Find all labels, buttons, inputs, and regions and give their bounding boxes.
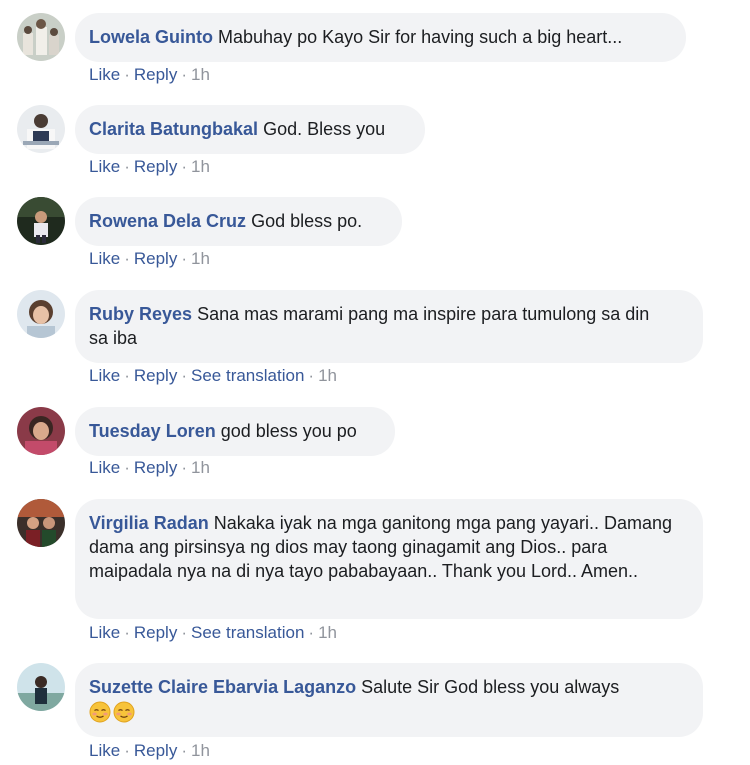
separator: · xyxy=(308,366,315,385)
like-link[interactable]: Like xyxy=(89,741,120,760)
separator: · xyxy=(124,366,130,385)
timestamp[interactable]: 1h xyxy=(191,741,210,760)
separator: · xyxy=(181,249,187,268)
see-translation-link[interactable]: See translation xyxy=(191,366,304,385)
separator: · xyxy=(181,366,187,385)
separator: · xyxy=(181,157,187,176)
reply-link[interactable]: Reply xyxy=(134,65,177,84)
comment-bubble: Ruby Reyes Sana mas marami pang ma inspi… xyxy=(75,290,703,363)
separator: · xyxy=(124,249,130,268)
like-link[interactable]: Like xyxy=(89,65,120,84)
comment-author[interactable]: Clarita Batungbakal xyxy=(89,119,258,139)
like-link[interactable]: Like xyxy=(89,157,120,176)
avatar[interactable] xyxy=(17,407,65,455)
avatar[interactable] xyxy=(17,197,65,245)
comment-bubble: Lowela Guinto Mabuhay po Kayo Sir for ha… xyxy=(75,13,686,62)
reply-link[interactable]: Reply xyxy=(134,157,177,176)
timestamp[interactable]: 1h xyxy=(191,157,210,176)
comment-actions: Like · Reply · 1h xyxy=(89,741,210,761)
comment-author[interactable]: Tuesday Loren xyxy=(89,421,216,441)
separator: · xyxy=(124,157,130,176)
comment-author[interactable]: Ruby Reyes xyxy=(89,304,192,324)
comment-text: God bless po. xyxy=(251,211,363,231)
timestamp[interactable]: 1h xyxy=(191,458,210,477)
comment-bubble: Virgilia Radan Nakaka iyak na mga ganito… xyxy=(75,499,703,619)
comment-author[interactable]: Lowela Guinto xyxy=(89,27,213,47)
timestamp[interactable]: 1h xyxy=(191,65,210,84)
comment-author[interactable]: Virgilia Radan xyxy=(89,513,209,533)
separator: · xyxy=(308,623,315,642)
separator: · xyxy=(124,623,130,642)
like-link[interactable]: Like xyxy=(89,623,120,642)
like-link[interactable]: Like xyxy=(89,366,120,385)
comment-author[interactable]: Suzette Claire Ebarvia Laganzo xyxy=(89,677,356,697)
emoji-row xyxy=(89,701,689,725)
avatar[interactable] xyxy=(17,105,65,153)
like-link[interactable]: Like xyxy=(89,249,120,268)
separator: · xyxy=(124,458,130,477)
separator: · xyxy=(181,458,187,477)
separator: · xyxy=(181,65,187,84)
comment-bubble: Tuesday Loren god bless you po xyxy=(75,407,395,456)
avatar[interactable] xyxy=(17,499,65,547)
comment-author[interactable]: Rowena Dela Cruz xyxy=(89,211,246,231)
comment-text: Salute Sir God bless you always xyxy=(361,677,620,697)
see-translation-link[interactable]: See translation xyxy=(191,623,304,642)
like-link[interactable]: Like xyxy=(89,458,120,477)
reply-link[interactable]: Reply xyxy=(134,458,177,477)
relieved-face-emoji xyxy=(89,701,111,723)
comment-bubble: Clarita Batungbakal God. Bless you xyxy=(75,105,425,154)
separator: · xyxy=(181,741,187,760)
comment-actions: Like · Reply · 1h xyxy=(89,458,210,478)
avatar[interactable] xyxy=(17,13,65,61)
comment-actions: Like · Reply · 1h xyxy=(89,65,210,85)
relieved-face-emoji xyxy=(113,701,135,723)
reply-link[interactable]: Reply xyxy=(134,741,177,760)
avatar[interactable] xyxy=(17,663,65,711)
comment-actions: Like · Reply · See translation · 1h xyxy=(89,366,337,386)
comment-text: God. Bless you xyxy=(263,119,386,139)
comment-actions: Like · Reply · 1h xyxy=(89,157,210,177)
comment-actions: Like · Reply · 1h xyxy=(89,249,210,269)
avatar[interactable] xyxy=(17,290,65,338)
comment-actions: Like · Reply · See translation · 1h xyxy=(89,623,337,643)
reply-link[interactable]: Reply xyxy=(134,366,177,385)
comment-text: god bless you po xyxy=(220,421,357,441)
separator: · xyxy=(124,741,130,760)
timestamp[interactable]: 1h xyxy=(318,366,337,385)
separator: · xyxy=(124,65,130,84)
reply-link[interactable]: Reply xyxy=(134,249,177,268)
reply-link[interactable]: Reply xyxy=(134,623,177,642)
comment-bubble: Rowena Dela Cruz God bless po. xyxy=(75,197,402,246)
timestamp[interactable]: 1h xyxy=(191,249,210,268)
timestamp[interactable]: 1h xyxy=(318,623,337,642)
comment-text: Mabuhay po Kayo Sir for having such a bi… xyxy=(218,27,623,47)
separator: · xyxy=(181,623,187,642)
comment-bubble: Suzette Claire Ebarvia Laganzo Salute Si… xyxy=(75,663,703,737)
